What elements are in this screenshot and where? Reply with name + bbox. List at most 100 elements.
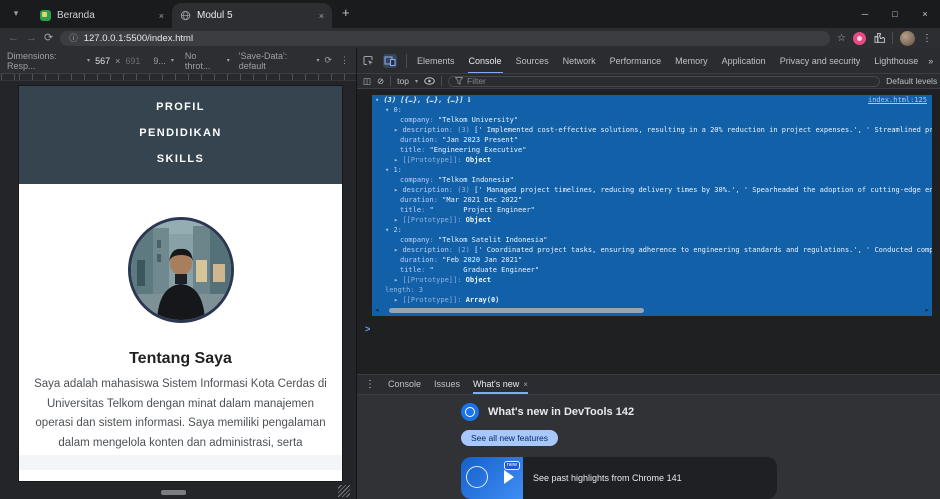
device-viewport: PROFIL PENDIDIKAN SKILLS: [0, 81, 356, 499]
tab-modul5[interactable]: Modul 5 ×: [172, 3, 332, 28]
console-line: ▸ [[Prototype]]: Array(0): [372, 295, 932, 305]
address-bar[interactable]: ⓘ 127.0.0.1:5500/index.html: [60, 31, 830, 46]
tab-title: Beranda: [57, 10, 153, 21]
devtools-tab-network[interactable]: Network: [562, 48, 597, 74]
tab-search-button[interactable]: ▾: [8, 6, 24, 22]
new-tab-button[interactable]: +: [342, 5, 350, 20]
profile-avatar[interactable]: [900, 31, 915, 46]
highlights-card[interactable]: new See past highlights from Chrome 141: [461, 457, 777, 499]
devtools-logo-icon: [461, 403, 479, 421]
save-data-select[interactable]: 'Save-Data': default: [239, 51, 312, 71]
filter-placeholder: Filter: [467, 76, 486, 86]
titlebar: ▾ Beranda × Modul 5 × + ─ □ ×: [0, 0, 940, 28]
device-type-select[interactable]: Dimensions: Resp...: [7, 51, 82, 71]
reload-button[interactable]: ⟳: [44, 29, 53, 47]
console-line: ▸ description: (2) [' Coordinated projec…: [372, 245, 932, 255]
drawer-tab-issues[interactable]: Issues: [434, 375, 460, 394]
console-line: duration: "Feb 2020 Jan 2021": [372, 255, 932, 265]
play-icon: [504, 470, 514, 484]
extension-badge-icon[interactable]: [853, 32, 866, 45]
console-line: duration: "Mar 2021 Dec 2022": [372, 195, 932, 205]
horizontal-scrollbar[interactable]: ◂ ▸: [372, 305, 932, 316]
globe-favicon-icon: [180, 10, 191, 21]
device-toolbar-menu-icon[interactable]: ⋮: [340, 55, 349, 66]
devtools-tab-elements[interactable]: Elements: [416, 48, 456, 74]
drawer-tab-console[interactable]: Console: [388, 375, 421, 394]
rotate-icon[interactable]: ⟳: [324, 55, 332, 66]
console-filter-input[interactable]: Filter: [448, 76, 880, 87]
device-height-field: 691: [125, 56, 140, 66]
console-line: title: " Project Engineer": [372, 205, 932, 215]
zoom-select[interactable]: 9...: [153, 56, 166, 66]
toolbar-divider: [390, 76, 391, 86]
thumbnail-circle-icon: [466, 466, 488, 488]
eye-icon[interactable]: [424, 77, 435, 85]
devtools-tab-memory[interactable]: Memory: [674, 48, 709, 74]
devtools-tab-sources[interactable]: Sources: [515, 48, 550, 74]
forward-button[interactable]: →: [26, 29, 37, 47]
tab-title: Modul 5: [197, 10, 313, 21]
bookmark-star-icon[interactable]: ☆: [837, 33, 846, 44]
maximize-button[interactable]: □: [880, 0, 910, 28]
device-toolbar-toggle-icon[interactable]: [383, 54, 397, 68]
chevron-down-icon: ▾: [415, 78, 418, 85]
inspect-element-icon[interactable]: [362, 55, 374, 67]
console-line: title: "Engineering Executive": [372, 145, 932, 155]
page-pane: Dimensions: Resp... ▾ 567 × 691 9... ▾ N…: [0, 48, 357, 499]
toolbar-divider: [441, 76, 442, 86]
tab-close-icon[interactable]: ×: [319, 11, 324, 21]
nav-link-skills[interactable]: SKILLS: [19, 153, 342, 166]
context-select[interactable]: top: [397, 76, 409, 86]
console-toolbar: ◫ ⊘ top ▾ Filter Default levels ▾ No Iss…: [357, 74, 940, 89]
devtools-tab-lighthouse[interactable]: Lighthouse: [873, 48, 919, 74]
devtools-panel: Elements Console Sources Network Performance…: [357, 48, 940, 499]
header-divider: [406, 54, 407, 68]
tab-close-icon[interactable]: ×: [159, 11, 164, 21]
console-line: company: "Telkom Indonesia": [372, 175, 932, 185]
url-text: 127.0.0.1:5500/index.html: [84, 33, 193, 44]
clear-console-icon[interactable]: ⊘: [377, 76, 384, 87]
site-info-icon[interactable]: ⓘ: [69, 32, 78, 44]
console-sidebar-icon[interactable]: ◫: [363, 76, 371, 87]
tab-close-icon[interactable]: ×: [523, 380, 528, 389]
devtools-tab-privacy-and-security[interactable]: Privacy and security: [779, 48, 862, 74]
profile-photo: [128, 217, 234, 323]
chevron-down-icon: ▾: [316, 57, 319, 64]
minimize-button[interactable]: ─: [850, 0, 880, 28]
console-line: duration: "Jan 2023 Present": [372, 135, 932, 145]
extensions-puzzle-icon[interactable]: [873, 32, 885, 44]
see-all-new-features-button[interactable]: See all new features: [461, 430, 558, 446]
main-area: Dimensions: Resp... ▾ 567 × 691 9... ▾ N…: [0, 48, 940, 499]
console-line: ▾ 0:: [372, 105, 932, 115]
console-prompt[interactable]: >: [365, 324, 370, 334]
devtools-drawer: ⋮ Console Issues What's new× ◫ × What's …: [357, 374, 940, 499]
console-line: ▸ description: (3) [' Managed project ti…: [372, 185, 932, 195]
chevron-down-icon: ▾: [227, 57, 230, 64]
drawer-menu-icon[interactable]: ⋮: [365, 379, 375, 390]
tab-beranda[interactable]: Beranda ×: [32, 3, 172, 28]
source-link[interactable]: index.html:125: [868, 95, 932, 105]
devtools-tab-console[interactable]: Console: [468, 48, 503, 74]
console-line: ▾ 2:: [372, 225, 932, 235]
console-message-selected[interactable]: index.html:125▾ (3) [{…}, {…}, {…}] ℹ ▾ …: [372, 95, 932, 316]
device-width-field[interactable]: 567: [95, 56, 110, 66]
devtools-tab-performance[interactable]: Performance: [609, 48, 663, 74]
chrome-menu-icon[interactable]: ⋮: [922, 33, 932, 44]
back-button[interactable]: ←: [8, 29, 19, 47]
nav-link-pendidikan[interactable]: PENDIDIKAN: [19, 127, 342, 140]
toolbar-divider: [892, 32, 893, 44]
nav-link-profil[interactable]: PROFIL: [19, 101, 342, 114]
drawer-tab-whats-new[interactable]: What's new×: [473, 375, 528, 394]
scrollbar-thumb[interactable]: [389, 308, 644, 313]
console-output: index.html:125▾ (3) [{…}, {…}, {…}] ℹ ▾ …: [357, 91, 940, 374]
rendered-page: PROFIL PENDIDIKAN SKILLS: [19, 86, 342, 481]
close-button[interactable]: ×: [910, 0, 940, 28]
log-levels-select[interactable]: Default levels: [886, 76, 937, 86]
page-nav-header: PROFIL PENDIDIKAN SKILLS: [19, 86, 342, 184]
about-heading: Tentang Saya: [19, 350, 342, 368]
viewport-corner-resize-handle[interactable]: [338, 485, 350, 497]
devtools-tab-application[interactable]: Application: [721, 48, 767, 74]
throttle-select[interactable]: No throt...: [185, 51, 222, 71]
viewport-resize-handle[interactable]: [161, 490, 186, 495]
more-tabs-icon[interactable]: »: [928, 56, 933, 66]
